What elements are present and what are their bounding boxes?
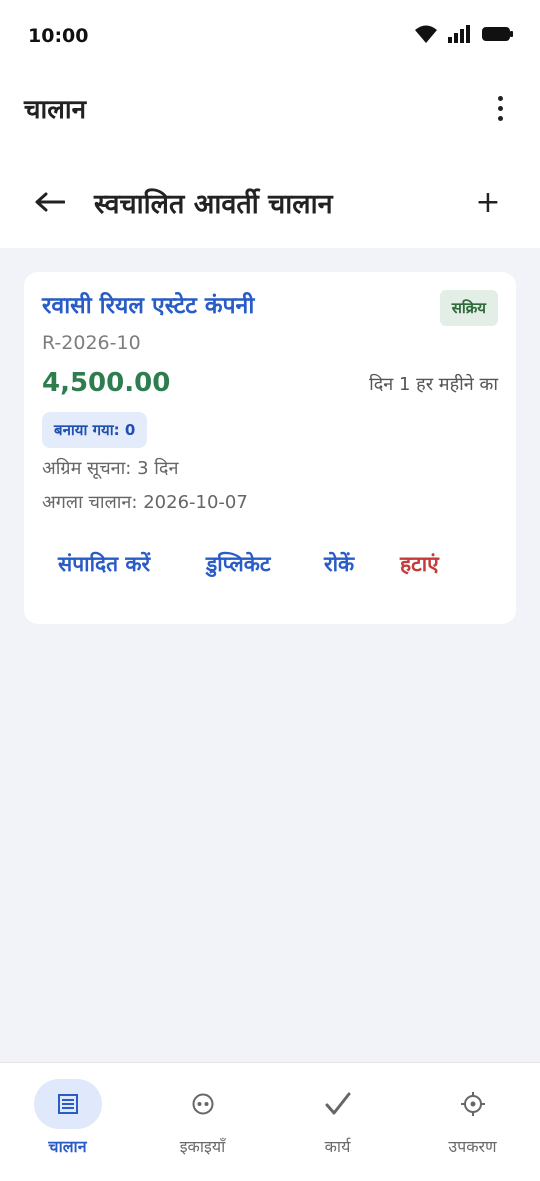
invoice-reference: R-2026-10 (42, 332, 141, 354)
advance-notice: अग्रिम सूचना: 3 दिन (42, 458, 179, 479)
nav-item-units[interactable]: इकाइयाँ (135, 1063, 270, 1181)
wifi-icon (414, 24, 438, 48)
created-count-badge: बनाया गया: 0 (42, 412, 148, 448)
status-icons (414, 24, 514, 48)
nav-item-invoices[interactable]: चालान (0, 1063, 135, 1181)
gear-icon (439, 1079, 507, 1129)
app-bar: चालान (0, 72, 540, 144)
app-title: चालान (24, 95, 87, 125)
check-icon (304, 1079, 372, 1129)
nav-label-units: इकाइयाँ (179, 1137, 226, 1156)
sub-header: स्वचालित आवर्ती चालान + (0, 160, 540, 244)
invoice-amount: 4,500.00 (42, 368, 171, 398)
next-invoice-date: अगला चालान: 2026-10-07 (42, 492, 248, 513)
pause-button[interactable]: रोकें (308, 544, 370, 584)
nav-label-tasks: कार्य (324, 1137, 351, 1156)
battery-icon (482, 26, 514, 46)
edit-button[interactable]: संपादित करें (42, 544, 166, 584)
duplicate-button[interactable]: डुप्लिकेट (190, 544, 286, 584)
nav-item-tasks[interactable]: कार्य (270, 1063, 405, 1181)
invoice-schedule: दिन 1 हर महीने का (369, 374, 498, 395)
nav-item-tools[interactable]: उपकरण (405, 1063, 540, 1181)
back-arrow-icon[interactable] (30, 182, 70, 222)
content-area: रवासी रियल एस्टेट कंपनी सक्रिय R-2026-10… (0, 248, 540, 1062)
status-bar: 10:00 (0, 0, 540, 72)
page-title: स्वचालित आवर्ती चालान (94, 188, 333, 220)
units-icon (169, 1079, 237, 1129)
nav-label-invoices: चालान (48, 1137, 87, 1156)
recurring-invoice-card[interactable]: रवासी रियल एस्टेट कंपनी सक्रिय R-2026-10… (24, 272, 516, 624)
nav-label-tools: उपकरण (448, 1137, 497, 1156)
more-options-icon[interactable] (488, 88, 512, 128)
add-button[interactable]: + (470, 185, 506, 220)
bottom-navigation: चालान इकाइयाँ कार्य उपकरण (0, 1062, 540, 1181)
status-badge: सक्रिय (439, 290, 498, 326)
invoice-icon (33, 1079, 102, 1129)
remove-button[interactable]: हटाएं (384, 544, 455, 584)
company-name[interactable]: रवासी रियल एस्टेट कंपनी (42, 288, 254, 320)
status-time: 10:00 (28, 25, 89, 47)
signal-icon (448, 25, 472, 47)
